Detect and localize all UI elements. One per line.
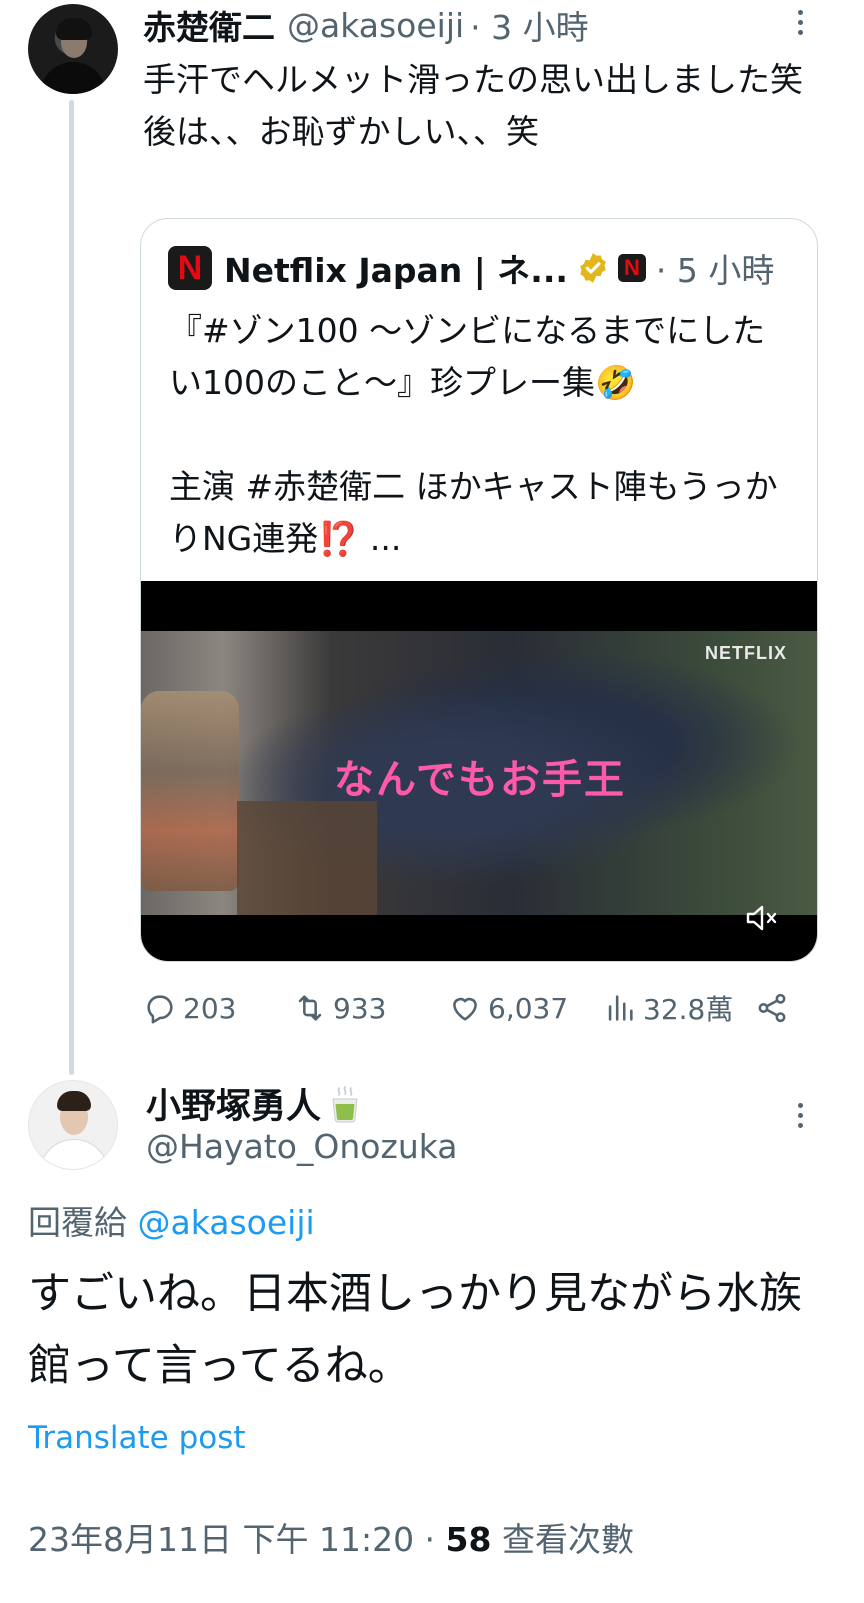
more-options-icon[interactable] xyxy=(790,10,810,35)
reply-icon xyxy=(147,995,173,1024)
reply-count: 203 xyxy=(183,991,237,1025)
netflix-affiliate-badge-icon: N xyxy=(617,254,646,282)
thread-line xyxy=(69,100,74,1075)
tea-emoji-icon xyxy=(332,1085,358,1122)
reply-author-name[interactable]: 小野塚勇人 xyxy=(146,1078,321,1129)
video-watermark: NETFLIX xyxy=(705,643,787,663)
quote-time: · 5 小時 xyxy=(655,251,775,290)
reply-prefix: 回覆給 xyxy=(28,1203,127,1242)
retweet-button[interactable]: 933 xyxy=(293,985,386,1031)
tweet-time[interactable]: · 3 小時 xyxy=(470,1,588,49)
author-name[interactable]: 赤楚衛二 xyxy=(143,1,275,49)
avatar[interactable] xyxy=(28,4,118,94)
action-bar: 203 933 6,037 32.8萬 xyxy=(143,985,803,1031)
reply-author-handle[interactable]: @Hayato_Onozuka xyxy=(146,1127,458,1166)
quote-author-name: Netflix Japan | ネ... xyxy=(224,251,568,290)
quote-tweet-card[interactable]: N Netflix Japan | ネ... N · 5 小時 『#ゾン100 … xyxy=(140,218,818,962)
share-button[interactable] xyxy=(755,985,795,1031)
views-button[interactable]: 32.8萬 xyxy=(603,985,733,1031)
translate-post-link[interactable]: Translate post xyxy=(28,1420,246,1456)
reply-mention-link[interactable]: @akasoeiji xyxy=(138,1203,315,1242)
like-count: 6,037 xyxy=(488,991,569,1025)
netflix-logo-icon: N xyxy=(168,246,212,290)
replying-to: 回覆給 @akasoeiji xyxy=(28,1196,315,1244)
share-icon xyxy=(758,993,786,1023)
view-count: 58 xyxy=(445,1520,492,1559)
views-count: 32.8萬 xyxy=(643,993,734,1026)
quote-header: N Netflix Japan | ネ... N · 5 小時 xyxy=(168,245,774,291)
reply-tweet-text: すごいね。日本酒しっかり見ながら水族館って言ってるね。 xyxy=(28,1269,802,1391)
video-player[interactable]: NETFLIX なんでもお手王 xyxy=(141,581,817,961)
video-caption: なんでもお手王 xyxy=(334,757,626,803)
reply-author-name-row: 小野塚勇人 xyxy=(146,1078,363,1129)
retweet-count: 933 xyxy=(333,991,387,1025)
view-label: 查看次數 xyxy=(491,1520,634,1559)
retweet-icon xyxy=(298,995,322,1021)
author-handle[interactable]: @akasoeiji xyxy=(287,6,464,45)
tweet-header: 赤楚衛二 @akasoeiji · 3 小時 xyxy=(143,2,589,48)
avatar[interactable] xyxy=(28,1080,118,1170)
quote-text: 『#ゾン100 〜ゾンビになるまでにしたい100のこと〜』珍プレー集🤣 主演 #… xyxy=(169,311,778,558)
video-frame: NETFLIX なんでもお手王 xyxy=(141,631,817,915)
tweet-text: 手汗でヘルメット滑ったの思い出しました笑 後は、、お恥ずかしい、、笑 xyxy=(143,60,803,151)
box-shape xyxy=(237,801,377,915)
reply-button[interactable]: 203 xyxy=(143,985,236,1031)
views-bar-chart-icon xyxy=(608,995,633,1021)
heart-icon xyxy=(453,997,477,1021)
like-button[interactable]: 6,037 xyxy=(448,985,568,1031)
verified-gold-icon xyxy=(580,253,606,283)
more-options-icon[interactable] xyxy=(790,1103,810,1128)
tweet-meta: 23年8月11日 下午 11:20 · 58 查看次數 xyxy=(28,1513,634,1561)
mute-icon[interactable] xyxy=(745,903,779,933)
timestamp[interactable]: 23年8月11日 下午 11:20 · xyxy=(28,1520,446,1559)
